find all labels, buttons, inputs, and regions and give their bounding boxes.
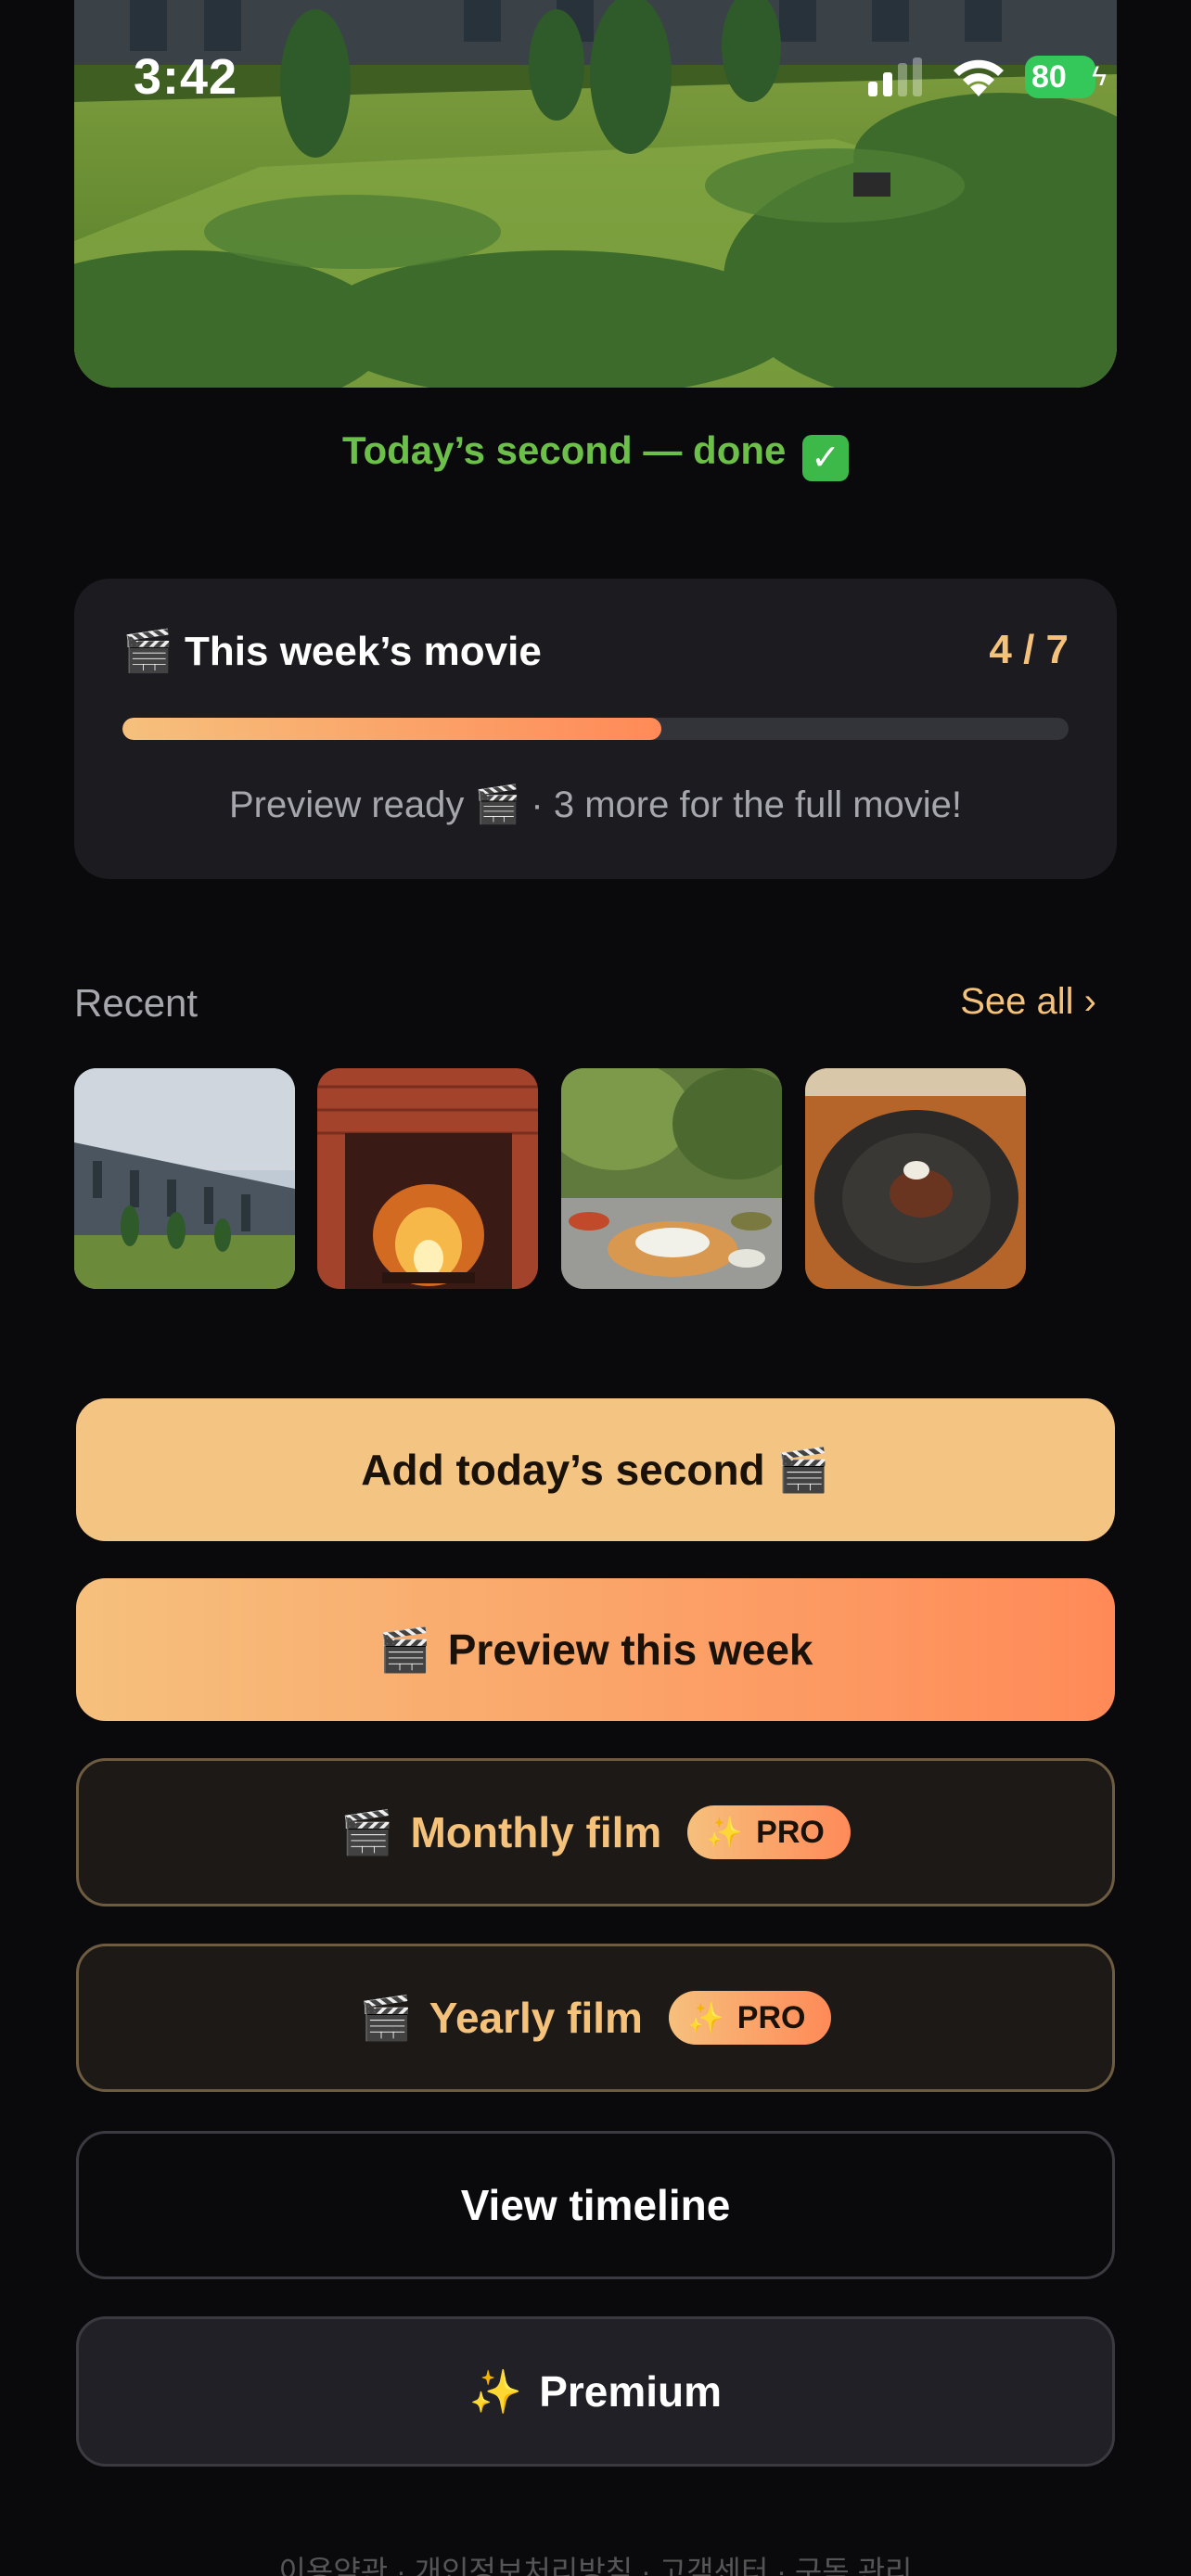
battery-indicator: 80 ϟ xyxy=(1025,56,1107,102)
preview-week-label: Preview this week xyxy=(447,1626,813,1674)
monthly-film-button[interactable]: 🎬 Monthly film ✨ PRO xyxy=(76,1758,1115,1906)
wifi-icon xyxy=(954,59,1004,96)
week-movie-title: 🎬 This week’s movie xyxy=(122,627,542,675)
pro-badge-label: PRO xyxy=(736,1999,806,2035)
week-progress-bar xyxy=(122,718,1069,740)
yearly-film-label: Yearly film xyxy=(429,1994,643,2042)
recent-thumb-palace-garden[interactable] xyxy=(74,1068,295,1289)
yearly-film-button[interactable]: 🎬 Yearly film ✨ PRO xyxy=(76,1944,1115,2092)
clapper-icon: 🎬 xyxy=(378,1625,431,1674)
check-mark-icon: ✓ xyxy=(802,435,850,481)
clapper-icon: 🎬 xyxy=(340,1807,394,1856)
clapper-icon: 🎬 xyxy=(122,629,173,674)
view-timeline-button[interactable]: View timeline xyxy=(76,2131,1115,2279)
footer-links[interactable]: 이용약관 · 개인정보처리방침 · 고객센터 · 구독 관리 xyxy=(0,2548,1191,2576)
clapper-icon: 🎬 xyxy=(359,1993,413,2042)
charging-bolt-icon: ϟ xyxy=(1092,61,1107,92)
recent-thumb-korean-meal[interactable] xyxy=(561,1068,782,1289)
status-time: 3:42 xyxy=(134,49,238,105)
recent-thumb-dessert[interactable] xyxy=(805,1068,1026,1289)
sparkles-icon: ✨ xyxy=(706,1816,744,1849)
today-status-text: Today’s second — done xyxy=(341,428,787,472)
battery-level: 80 xyxy=(1031,58,1067,95)
cellular-signal-icon xyxy=(868,57,922,96)
see-all-link[interactable]: See all › xyxy=(960,981,1096,1023)
today-status: Today’s second — done ✓ xyxy=(0,428,1191,481)
sparkles-icon: ✨ xyxy=(468,2366,523,2416)
week-movie-card[interactable]: 🎬 This week’s movie 4 / 7 Preview ready … xyxy=(74,579,1117,879)
preview-week-button[interactable]: 🎬 Preview this week xyxy=(76,1578,1115,1721)
week-progress-fill xyxy=(122,718,662,740)
pro-badge: ✨ PRO xyxy=(687,1805,851,1859)
week-movie-note: Preview ready 🎬 · 3 more for the full mo… xyxy=(228,784,963,825)
recent-heading: Recent xyxy=(74,981,198,1025)
premium-label: Premium xyxy=(539,2367,723,2416)
recent-thumb-fireplace[interactable] xyxy=(317,1068,538,1289)
pro-badge: ✨ PRO xyxy=(668,1991,832,2045)
monthly-film-label: Monthly film xyxy=(410,1808,662,1856)
sparkles-icon: ✨ xyxy=(686,2001,724,2034)
premium-button[interactable]: ✨ Premium xyxy=(76,2316,1115,2467)
week-movie-count: 4 / 7 xyxy=(989,627,1069,672)
week-movie-title-text: This week’s movie xyxy=(185,629,542,674)
add-today-second-button[interactable]: Add today’s second 🎬 xyxy=(76,1398,1115,1541)
pro-badge-label: PRO xyxy=(756,1814,825,1850)
